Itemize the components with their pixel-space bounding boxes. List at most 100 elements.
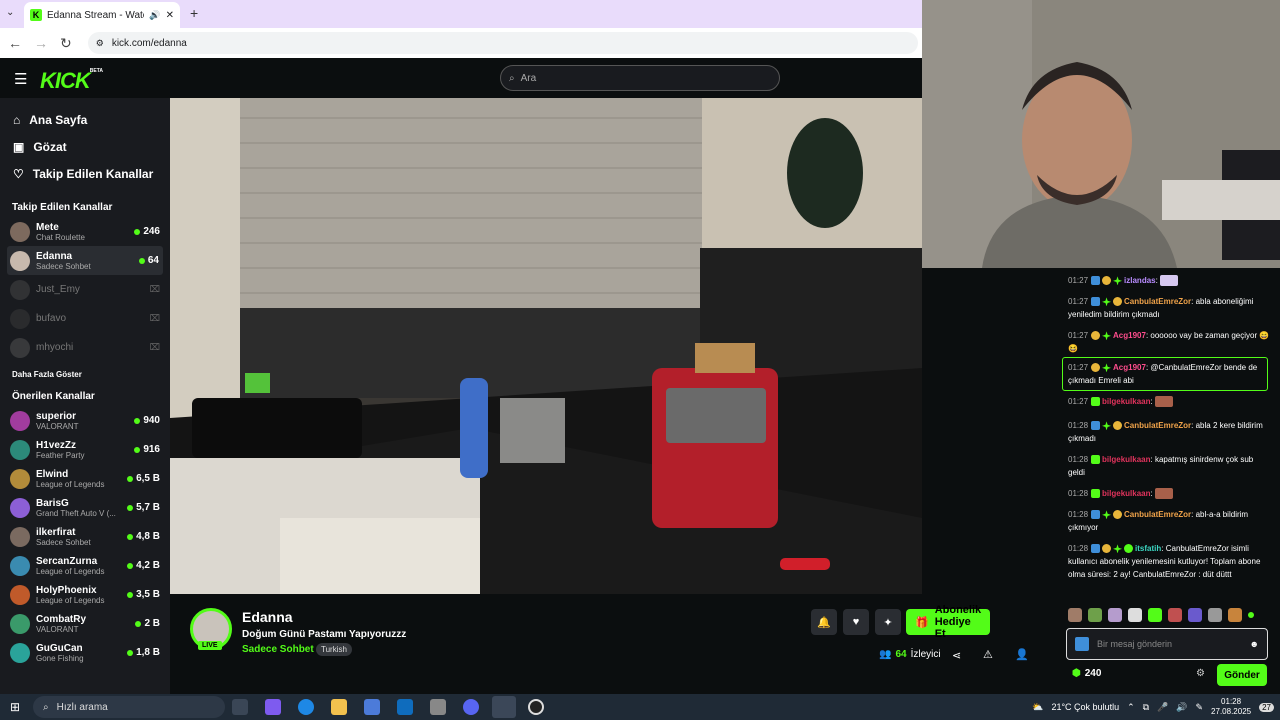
- emoji-icon[interactable]: ☻: [1250, 639, 1259, 649]
- recommended-channel[interactable]: superior VALORANT 940: [0, 406, 170, 435]
- nav-home[interactable]: ⌂ Ana Sayfa: [0, 106, 170, 133]
- recommended-channel[interactable]: H1vezZz Feather Party 916: [0, 435, 170, 464]
- chat-username[interactable]: Acg1907: [1113, 363, 1146, 372]
- nav-following[interactable]: ♡ Takip Edilen Kanallar: [0, 160, 170, 187]
- search-input[interactable]: ⌕ Ara: [500, 65, 780, 91]
- stream-tag[interactable]: Turkish: [316, 643, 352, 656]
- task-view-icon[interactable]: [232, 699, 248, 715]
- send-button[interactable]: Gönder: [1217, 664, 1267, 686]
- viewer-count: 6,5 B: [127, 473, 160, 484]
- followed-channel[interactable]: mhyochi ⌧: [0, 333, 170, 362]
- recommended-channel[interactable]: GuGuCan Gone Fishing 1,8 B: [0, 638, 170, 667]
- recommended-channel[interactable]: BarisG Grand Theft Auto V (... 5,7 B: [0, 493, 170, 522]
- file-explorer-icon[interactable]: [331, 699, 347, 715]
- chat-settings-icon[interactable]: ⚙: [1196, 668, 1205, 679]
- emote-icon[interactable]: [1188, 608, 1202, 622]
- channel-name[interactable]: Edanna: [242, 609, 293, 625]
- clock[interactable]: 01:28 27.08.2025: [1211, 697, 1251, 717]
- kick-logo[interactable]: KICKBETA: [40, 68, 103, 94]
- chat-username[interactable]: bilgekulkaan: [1102, 397, 1150, 406]
- pen-icon[interactable]: ✎: [1196, 702, 1204, 713]
- back-icon[interactable]: ←: [8, 35, 22, 51]
- discord-icon[interactable]: [463, 699, 479, 715]
- sparkle-button[interactable]: ✦: [875, 609, 901, 635]
- browser-tab[interactable]: K Edanna Stream - Watch Live 🔊 ✕: [24, 2, 180, 28]
- audio-icon[interactable]: 🔊: [149, 10, 160, 21]
- user-badge-icon: [1091, 421, 1101, 431]
- chrome-active-icon[interactable]: [492, 696, 516, 718]
- emote-icon[interactable]: [1148, 608, 1162, 622]
- share-icon[interactable]: ⋖: [952, 649, 961, 662]
- followed-channel[interactable]: bufavo ⌧: [0, 304, 170, 333]
- chat-username[interactable]: Acg1907: [1113, 331, 1146, 340]
- emote-icon[interactable]: [1228, 608, 1242, 622]
- channel-category: Grand Theft Auto V (...: [36, 508, 116, 518]
- weather-text[interactable]: 21°C Çok bulutlu: [1051, 702, 1119, 712]
- channel-category: VALORANT: [36, 624, 79, 634]
- live-dot-icon: [127, 475, 134, 482]
- notification-button[interactable]: 🔔: [811, 609, 837, 635]
- emote-icon[interactable]: [1068, 608, 1082, 622]
- followed-channel[interactable]: Edanna Sadece Sohbet 64: [7, 246, 163, 275]
- channel-name: SercanZurna: [36, 555, 98, 567]
- store-icon[interactable]: [364, 699, 380, 715]
- user-badge-icon: [1091, 455, 1101, 465]
- obs-icon[interactable]: [528, 699, 544, 715]
- url-field[interactable]: ⚙ kick.com/edanna: [87, 32, 918, 54]
- user-add-icon[interactable]: 👤: [1015, 648, 1029, 661]
- recommended-channel[interactable]: ilkerfirat Sadece Sohbet 4,8 B: [0, 522, 170, 551]
- app-icon[interactable]: [430, 699, 446, 715]
- channel-text: mhyochi: [36, 342, 144, 353]
- live-dot-icon: [138, 257, 145, 264]
- tab-list-icon[interactable]: ⌄: [6, 7, 14, 18]
- followed-channel[interactable]: Just_Emy ⌧: [0, 275, 170, 304]
- taskbar-search[interactable]: ⌕ Hızlı arama: [33, 696, 225, 718]
- chat-input[interactable]: Bir mesaj gönderin ☻: [1066, 628, 1268, 660]
- chat-username[interactable]: itsfatih: [1135, 544, 1161, 553]
- mic-icon[interactable]: 🎤: [1157, 702, 1168, 713]
- windows-start-icon[interactable]: ⊞: [10, 700, 20, 714]
- followed-channel[interactable]: Mete Chat Roulette 246: [0, 217, 170, 246]
- chat-username[interactable]: bilgekulkaan: [1102, 455, 1150, 464]
- follow-button[interactable]: ♥: [843, 609, 869, 635]
- report-icon[interactable]: ⚠: [983, 648, 993, 661]
- emote-icon[interactable]: [1128, 608, 1142, 622]
- chat-username[interactable]: bilgekulkaan: [1102, 489, 1150, 498]
- channel-category: League of Legends: [36, 566, 105, 576]
- chat-username[interactable]: CanbulatEmreZor: [1124, 421, 1191, 430]
- menu-icon[interactable]: ☰: [14, 70, 27, 88]
- tray-chevron-icon[interactable]: ⌃: [1127, 702, 1135, 713]
- copilot-icon[interactable]: [265, 699, 281, 715]
- edge-icon[interactable]: [298, 699, 314, 715]
- recommended-channel[interactable]: HolyPhoenix League of Legends 3,5 B: [0, 580, 170, 609]
- video-player[interactable]: [170, 98, 922, 594]
- recommended-channel[interactable]: SercanZurna League of Legends 4,2 B: [0, 551, 170, 580]
- new-tab-icon[interactable]: +: [190, 5, 198, 21]
- followed-title: Takip Edilen Kanallar: [12, 202, 113, 213]
- network-icon[interactable]: ⧉: [1143, 702, 1149, 713]
- volume-icon[interactable]: 🔊: [1176, 702, 1187, 713]
- chat-username[interactable]: izlandas: [1124, 276, 1156, 285]
- emote-icon[interactable]: [1208, 608, 1222, 622]
- reload-icon[interactable]: ↻: [60, 35, 72, 52]
- forward-icon[interactable]: →: [34, 35, 48, 51]
- site-info-icon[interactable]: ⚙: [96, 38, 104, 49]
- channel-points[interactable]: ⬢ 240: [1072, 668, 1101, 679]
- bell-icon: 🔔: [817, 616, 831, 629]
- chat-username[interactable]: CanbulatEmreZor: [1124, 510, 1191, 519]
- outlook-icon[interactable]: [397, 699, 413, 715]
- nav-browse[interactable]: ▣ Gözat: [0, 133, 170, 160]
- chat-username[interactable]: CanbulatEmreZor: [1124, 297, 1191, 306]
- recommended-channel[interactable]: CombatRy VALORANT 2 B: [0, 609, 170, 638]
- emote-icon[interactable]: [1168, 608, 1182, 622]
- recommended-channel[interactable]: Elwind League of Legends 6,5 B: [0, 464, 170, 493]
- gift-subscription-button[interactable]: 🎁 Abonelik Hediye Et: [906, 604, 991, 640]
- emote-icon[interactable]: [1088, 608, 1102, 622]
- search-placeholder: Ara: [520, 72, 537, 84]
- close-tab-icon[interactable]: ✕: [166, 10, 174, 21]
- emote-icon[interactable]: [1108, 608, 1122, 622]
- show-more-link[interactable]: Daha Fazla Göster: [0, 366, 170, 384]
- stream-category[interactable]: Sadece Sohbet: [242, 644, 314, 655]
- viewer-number: 4,8 B: [136, 531, 160, 542]
- notification-badge[interactable]: 27: [1259, 702, 1274, 712]
